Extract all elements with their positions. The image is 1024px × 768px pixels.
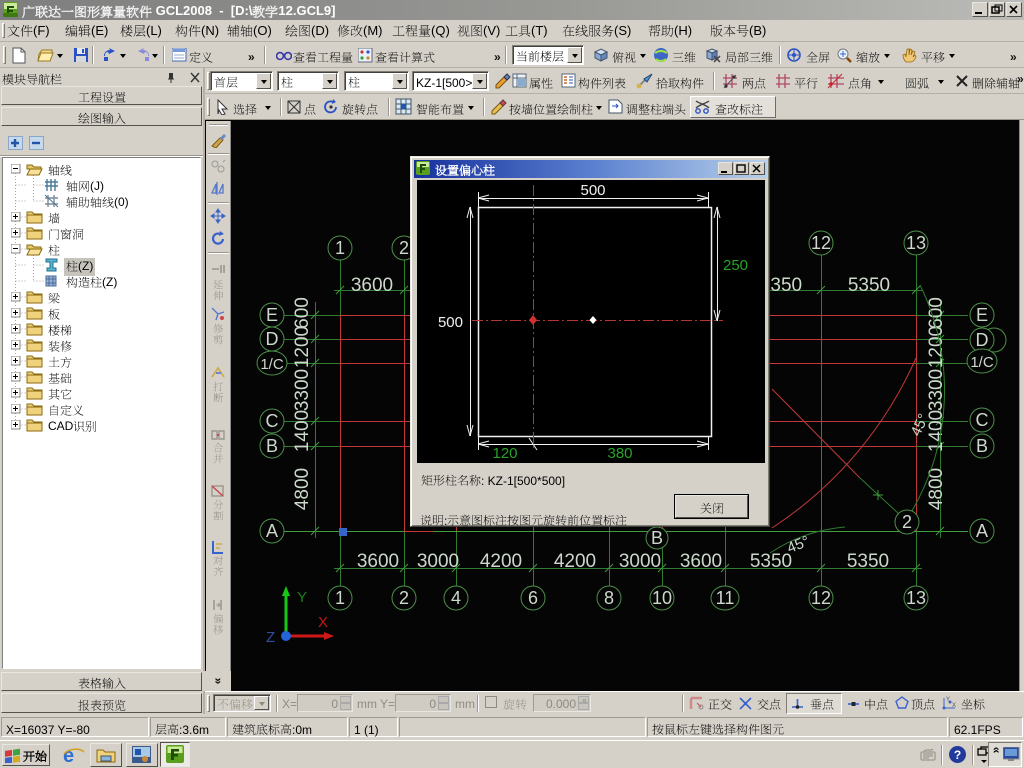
svg-text:Y: Y bbox=[946, 697, 950, 703]
svg-text:Y: Y bbox=[297, 589, 307, 606]
svg-text:6: 6 bbox=[528, 588, 538, 608]
svg-text:3600: 3600 bbox=[357, 551, 399, 572]
svg-text:3000: 3000 bbox=[619, 551, 661, 572]
svg-text:380: 380 bbox=[607, 445, 632, 462]
svg-text:600: 600 bbox=[926, 297, 947, 329]
svg-text:C: C bbox=[266, 411, 279, 431]
svg-text:D: D bbox=[266, 329, 279, 349]
svg-text:1200: 1200 bbox=[292, 326, 313, 368]
svg-text:13: 13 bbox=[906, 588, 926, 608]
svg-text:A: A bbox=[976, 521, 988, 541]
svg-text:4200: 4200 bbox=[554, 551, 596, 572]
svg-text:45°: 45° bbox=[785, 533, 812, 557]
svg-text:E: E bbox=[266, 305, 278, 325]
svg-text:X: X bbox=[952, 703, 956, 709]
svg-text:5350: 5350 bbox=[848, 275, 890, 296]
svg-text:B: B bbox=[266, 436, 278, 456]
svg-text:Z: Z bbox=[266, 629, 275, 646]
svg-text:3600: 3600 bbox=[680, 551, 722, 572]
svg-text:3000: 3000 bbox=[417, 551, 459, 572]
svg-text:?: ? bbox=[954, 748, 961, 762]
svg-text:3600: 3600 bbox=[351, 275, 393, 296]
svg-text:10: 10 bbox=[652, 588, 672, 608]
svg-text:3300: 3300 bbox=[292, 369, 313, 411]
svg-text:X: X bbox=[318, 614, 328, 631]
svg-text:500: 500 bbox=[438, 314, 463, 331]
svg-text:C: C bbox=[976, 410, 989, 430]
svg-text:B: B bbox=[976, 436, 988, 456]
svg-text:11: 11 bbox=[716, 588, 735, 608]
svg-text:D: D bbox=[976, 330, 989, 350]
svg-text:A: A bbox=[266, 521, 278, 541]
svg-text:1400: 1400 bbox=[292, 410, 313, 452]
svg-text:12: 12 bbox=[811, 588, 831, 608]
svg-text:250: 250 bbox=[723, 257, 748, 274]
svg-text:1/C: 1/C bbox=[970, 354, 994, 371]
svg-text:5350: 5350 bbox=[847, 551, 889, 572]
svg-text:2: 2 bbox=[399, 238, 409, 258]
svg-text:E: E bbox=[976, 305, 988, 325]
svg-text:4800: 4800 bbox=[292, 468, 313, 510]
svg-text:e: e bbox=[63, 745, 74, 766]
svg-text:1: 1 bbox=[335, 238, 345, 258]
svg-text:5350: 5350 bbox=[750, 551, 792, 572]
svg-text:1200: 1200 bbox=[926, 326, 947, 368]
svg-text:600: 600 bbox=[292, 297, 313, 329]
svg-text:1400: 1400 bbox=[926, 410, 947, 452]
svg-text:2: 2 bbox=[902, 512, 912, 532]
svg-text:12: 12 bbox=[811, 233, 831, 253]
svg-text:4: 4 bbox=[451, 588, 461, 608]
svg-text:2: 2 bbox=[399, 588, 409, 608]
svg-text:8: 8 bbox=[604, 588, 614, 608]
svg-text:1: 1 bbox=[335, 588, 345, 608]
svg-text:13: 13 bbox=[906, 233, 926, 253]
svg-text:1/C: 1/C bbox=[260, 356, 284, 373]
svg-text:120: 120 bbox=[492, 445, 517, 462]
svg-text:B: B bbox=[651, 528, 663, 548]
svg-text:4200: 4200 bbox=[480, 551, 522, 572]
svg-text:500: 500 bbox=[580, 182, 605, 199]
